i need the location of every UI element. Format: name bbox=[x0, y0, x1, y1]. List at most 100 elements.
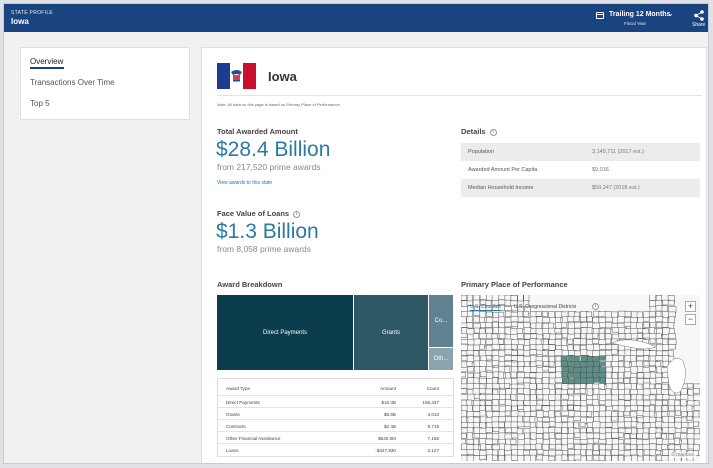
county-shape[interactable] bbox=[486, 355, 492, 361]
county-shape[interactable] bbox=[586, 455, 593, 461]
county-shape[interactable] bbox=[523, 450, 531, 456]
county-shape[interactable] bbox=[573, 367, 581, 373]
county-shape[interactable] bbox=[505, 399, 512, 407]
county-shape[interactable] bbox=[479, 405, 486, 412]
county-shape[interactable] bbox=[675, 410, 681, 416]
county-shape[interactable] bbox=[637, 428, 644, 435]
county-map-canvas[interactable] bbox=[461, 295, 700, 461]
county-shape[interactable] bbox=[611, 349, 618, 355]
county-shape[interactable] bbox=[536, 394, 544, 400]
county-shape[interactable] bbox=[535, 360, 543, 367]
county-shape[interactable] bbox=[605, 338, 612, 345]
county-shape[interactable] bbox=[485, 322, 493, 328]
county-shape[interactable] bbox=[598, 438, 607, 445]
county-shape[interactable] bbox=[692, 416, 700, 423]
county-shape[interactable] bbox=[542, 328, 550, 334]
county-shape[interactable] bbox=[567, 433, 575, 440]
treemap-tile-contracts[interactable]: Co... bbox=[429, 295, 454, 348]
county-shape[interactable] bbox=[479, 316, 485, 324]
county-shape[interactable] bbox=[524, 411, 532, 417]
county-shape[interactable] bbox=[529, 399, 537, 407]
county-shape[interactable] bbox=[554, 328, 562, 334]
county-shape[interactable] bbox=[579, 439, 588, 445]
county-shape[interactable] bbox=[480, 443, 486, 450]
county-shape[interactable] bbox=[505, 405, 512, 412]
county-shape[interactable] bbox=[467, 372, 474, 378]
county-shape[interactable] bbox=[655, 449, 662, 456]
county-shape[interactable] bbox=[549, 438, 557, 445]
county-shape[interactable] bbox=[498, 361, 506, 368]
county-shape[interactable] bbox=[554, 333, 563, 340]
county-shape[interactable] bbox=[636, 399, 644, 406]
county-shape[interactable] bbox=[617, 361, 624, 368]
county-shape[interactable] bbox=[661, 444, 668, 450]
county-shape[interactable] bbox=[542, 311, 548, 317]
county-shape[interactable] bbox=[498, 327, 506, 335]
county-shape[interactable] bbox=[599, 344, 606, 350]
county-shape[interactable] bbox=[605, 427, 613, 434]
county-shape[interactable] bbox=[586, 427, 593, 433]
county-shape[interactable] bbox=[548, 421, 556, 427]
county-shape[interactable] bbox=[567, 366, 574, 373]
county-shape[interactable] bbox=[655, 322, 663, 329]
county-shape[interactable] bbox=[548, 367, 556, 373]
nav-item-top-5[interactable]: Top 5 bbox=[30, 99, 50, 108]
county-shape[interactable] bbox=[580, 344, 587, 351]
county-shape[interactable] bbox=[504, 344, 513, 351]
county-shape[interactable] bbox=[530, 444, 537, 450]
county-shape[interactable] bbox=[567, 421, 574, 429]
county-shape[interactable] bbox=[530, 361, 537, 368]
county-shape[interactable] bbox=[516, 415, 523, 423]
county-shape[interactable] bbox=[605, 371, 612, 379]
county-shape[interactable] bbox=[554, 405, 562, 412]
county-shape[interactable] bbox=[630, 383, 637, 391]
county-shape[interactable] bbox=[479, 295, 487, 300]
county-shape[interactable] bbox=[668, 399, 675, 406]
county-shape[interactable] bbox=[686, 433, 695, 440]
county-shape[interactable] bbox=[555, 415, 562, 424]
county-shape[interactable] bbox=[548, 361, 555, 367]
county-shape[interactable] bbox=[567, 388, 574, 395]
county-shape[interactable] bbox=[530, 454, 536, 461]
county-shape[interactable] bbox=[680, 416, 688, 423]
county-shape[interactable] bbox=[523, 421, 531, 427]
county-shape[interactable] bbox=[479, 371, 488, 378]
county-shape[interactable] bbox=[612, 355, 620, 363]
county-shape[interactable] bbox=[636, 360, 643, 368]
county-shape[interactable] bbox=[479, 377, 487, 384]
county-shape[interactable] bbox=[573, 454, 582, 461]
county-shape[interactable] bbox=[605, 444, 613, 451]
county-shape[interactable] bbox=[611, 449, 619, 456]
county-shape[interactable] bbox=[567, 438, 575, 445]
county-shape[interactable] bbox=[574, 377, 582, 385]
county-shape[interactable] bbox=[492, 355, 500, 362]
county-shape[interactable] bbox=[479, 454, 487, 460]
county-shape[interactable] bbox=[473, 438, 479, 446]
county-shape[interactable] bbox=[687, 422, 695, 428]
county-shape[interactable] bbox=[598, 355, 606, 361]
county-shape[interactable] bbox=[605, 316, 613, 323]
county-shape[interactable] bbox=[624, 367, 632, 373]
county-shape[interactable] bbox=[604, 311, 612, 318]
county-shape[interactable] bbox=[592, 383, 600, 390]
county-shape[interactable] bbox=[593, 377, 601, 383]
county-shape[interactable] bbox=[517, 455, 525, 461]
county-shape[interactable] bbox=[555, 438, 562, 445]
zoom-out-button[interactable]: − bbox=[685, 314, 696, 325]
county-shape[interactable] bbox=[624, 360, 630, 368]
county-shape[interactable] bbox=[485, 444, 492, 450]
county-shape[interactable] bbox=[693, 404, 700, 411]
county-shape[interactable] bbox=[529, 383, 537, 390]
county-shape[interactable] bbox=[498, 410, 507, 418]
county-shape[interactable] bbox=[667, 300, 675, 306]
county-shape[interactable] bbox=[630, 399, 638, 407]
county-shape[interactable] bbox=[461, 367, 468, 373]
county-shape[interactable] bbox=[605, 455, 612, 461]
county-shape[interactable] bbox=[648, 438, 658, 444]
county-shape[interactable] bbox=[592, 316, 599, 324]
county-shape[interactable] bbox=[498, 350, 506, 357]
county-shape[interactable] bbox=[636, 322, 643, 329]
county-shape[interactable] bbox=[586, 316, 593, 322]
county-shape[interactable] bbox=[536, 316, 544, 324]
county-shape[interactable] bbox=[479, 394, 487, 401]
